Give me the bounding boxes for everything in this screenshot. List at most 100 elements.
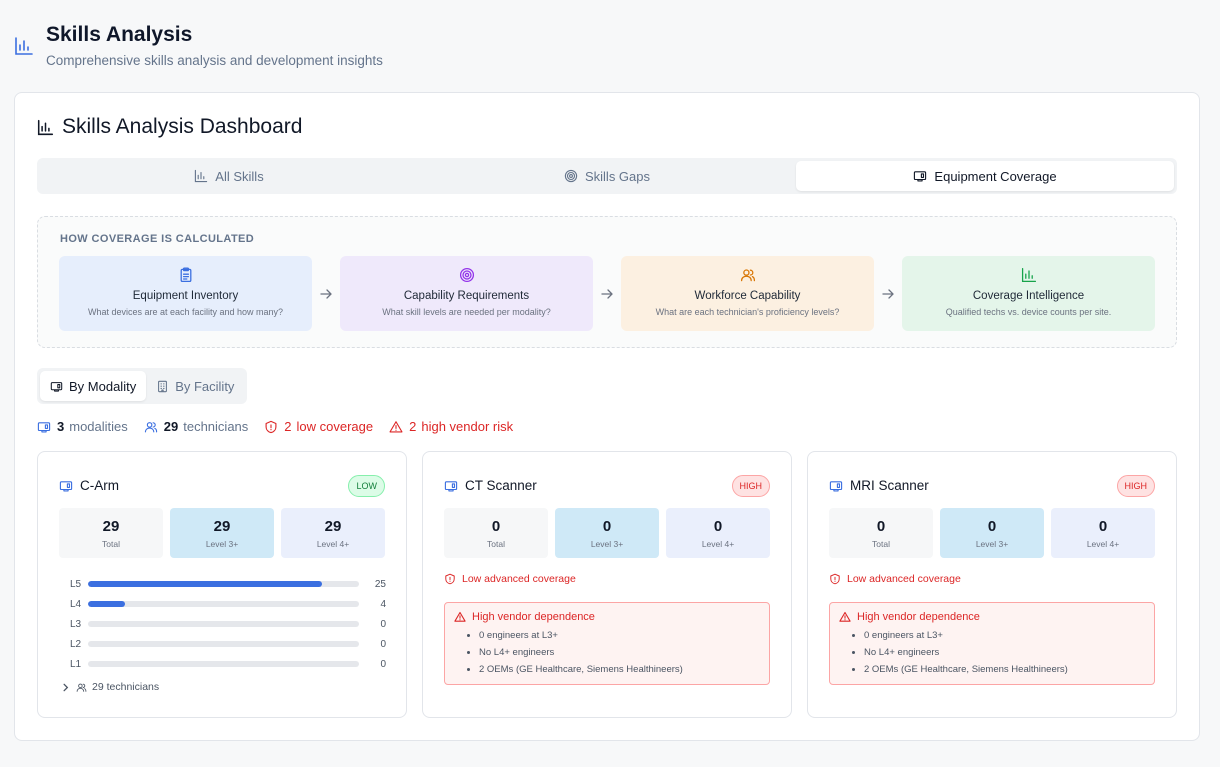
stat-value: 2	[284, 419, 292, 434]
tab-all-skills[interactable]: All Skills	[40, 161, 418, 191]
step-coverage-intelligence: Coverage Intelligence Qualified techs vs…	[902, 256, 1155, 331]
tab-label: Equipment Coverage	[934, 168, 1057, 184]
metric-label: Level 3+	[975, 538, 1009, 549]
level-bar-track	[88, 641, 359, 647]
users-icon	[740, 269, 755, 282]
metric-label: Level 3+	[590, 538, 624, 549]
low-coverage-warning: Low advanced coverage	[829, 573, 961, 585]
page-header: Skills Analysis Comprehensive skills ana…	[14, 22, 383, 68]
modality-name: MRI Scanner	[850, 478, 929, 493]
target-icon	[459, 267, 474, 283]
metric-level3: 0 Level 3+	[555, 508, 659, 558]
technicians-expander[interactable]: 29 technicians	[60, 681, 159, 693]
equipment-icon	[914, 171, 927, 182]
step-title: Capability Requirements	[403, 290, 530, 302]
metric-level3: 29 Level 3+	[170, 508, 274, 558]
metric-label: Level 4+	[701, 538, 735, 549]
metric-level4: 0 Level 4+	[1051, 508, 1155, 558]
dashboard-card: Skills Analysis Dashboard All Skills Ski…	[14, 92, 1200, 741]
stat-value: 3	[57, 419, 65, 434]
modality-card-header: C-Arm	[59, 478, 119, 493]
level-bar-track	[88, 581, 359, 587]
by-modality-button[interactable]: By Modality	[40, 371, 147, 401]
level-name: L2	[70, 638, 82, 650]
vendor-alert-list: 0 engineers at L3+ No L4+ engineers 2 OE…	[454, 627, 760, 678]
level-row: L2 0	[70, 634, 386, 654]
level-count: 4	[380, 598, 386, 610]
level-row: L4 4	[70, 594, 386, 614]
step-workforce-capability: Workforce Capability What are each techn…	[621, 256, 874, 331]
stat-vendor-risk: 2 high vendor risk	[389, 419, 513, 434]
stat-technicians: 29 technicians	[144, 419, 249, 434]
list-item: No L4+ engineers	[479, 644, 760, 661]
vendor-alert-title-text: High vendor dependence	[472, 611, 595, 623]
arrow-right-icon	[312, 288, 340, 300]
tab-skills-gaps[interactable]: Skills Gaps	[418, 161, 796, 191]
explainer-title: HOW COVERAGE IS CALCULATED	[60, 233, 255, 245]
step-desc: Qualified techs vs. device counts per si…	[945, 307, 1112, 317]
level-distribution: L5 25 L4 4 L3 0 L2 0 L1 0	[70, 574, 386, 674]
clipboard-icon	[180, 267, 191, 283]
summary-stats: 3 modalities 29 technicians 2 low covera…	[37, 419, 529, 434]
equipment-icon	[444, 480, 458, 491]
step-desc: What devices are at each facility and ho…	[87, 307, 284, 317]
metric-level4: 0 Level 4+	[666, 508, 770, 558]
metric-value: 29	[324, 517, 342, 535]
metric-label: Total	[102, 538, 120, 549]
list-item: 0 engineers at L3+	[864, 627, 1145, 644]
modality-name: CT Scanner	[465, 478, 537, 493]
warning-text: Low advanced coverage	[847, 573, 961, 585]
metric-value: 0	[602, 517, 612, 535]
coverage-badge: LOW	[348, 475, 385, 497]
modality-card-mri-scanner: MRI Scanner HIGH 0 Total 0 Level 3+ 0 Level…	[807, 451, 1177, 718]
metric-total: 0 Total	[829, 508, 933, 558]
shield-alert-icon	[445, 573, 455, 585]
modality-metrics: 29 Total 29 Level 3+ 29 Level 4+	[59, 508, 385, 558]
tab-equipment-coverage[interactable]: Equipment Coverage	[796, 161, 1174, 191]
step-desc: What skill levels are needed per modalit…	[382, 307, 551, 317]
metric-label: Level 3+	[205, 538, 239, 549]
coverage-badge: HIGH	[1116, 475, 1155, 497]
equipment-icon	[37, 421, 51, 432]
step-title: Equipment Inventory	[132, 290, 239, 302]
metric-value: 0	[1098, 517, 1108, 535]
metric-level3: 0 Level 3+	[940, 508, 1044, 558]
vendor-alert-list: 0 engineers at L3+ No L4+ engineers 2 OE…	[839, 627, 1145, 678]
tab-bar: All Skills Skills Gaps Equipment Coverag…	[37, 158, 1177, 194]
step-desc: What are each technician's proficiency l…	[655, 307, 840, 317]
level-row: L1 0	[70, 654, 386, 674]
modality-metrics: 0 Total 0 Level 3+ 0 Level 4+	[829, 508, 1155, 558]
stat-modalities: 3 modalities	[37, 419, 128, 434]
stat-label: high vendor risk	[421, 419, 514, 434]
level-bar-fill	[88, 601, 126, 607]
step-equipment-inventory: Equipment Inventory What devices are at …	[59, 256, 312, 331]
technicians-label: 29 technicians	[92, 681, 160, 693]
by-facility-button[interactable]: By Facility	[146, 371, 244, 401]
users-icon	[144, 421, 157, 432]
level-bar-track	[88, 661, 359, 667]
view-toggle: By Modality By Facility	[37, 368, 248, 404]
vendor-dependence-alert: High vendor dependence 0 engineers at L3…	[829, 602, 1155, 685]
warning-icon	[389, 420, 403, 432]
coverage-badge: HIGH	[731, 475, 770, 497]
metric-label: Level 4+	[316, 538, 350, 549]
level-name: L5	[70, 578, 82, 590]
list-item: 2 OEMs (GE Healthcare, Siemens Healthine…	[864, 661, 1145, 678]
equipment-icon	[59, 480, 73, 491]
bar-chart-icon	[15, 37, 33, 55]
page-subtitle: Comprehensive skills analysis and develo…	[46, 53, 383, 68]
tab-label: Skills Gaps	[584, 168, 651, 184]
by-facility-label: By Facility	[175, 378, 235, 394]
chevron-right-icon	[63, 683, 69, 691]
metric-value: 0	[491, 517, 501, 535]
stat-low-coverage: 2 low coverage	[264, 419, 373, 434]
level-row: L5 25	[70, 574, 386, 594]
metric-label: Total	[872, 538, 890, 549]
modality-metrics: 0 Total 0 Level 3+ 0 Level 4+	[444, 508, 770, 558]
bar-chart-icon	[37, 119, 54, 135]
step-title: Coverage Intelligence	[972, 290, 1085, 302]
list-item: 0 engineers at L3+	[479, 627, 760, 644]
dashboard-title-text: Skills Analysis Dashboard	[62, 115, 303, 138]
stat-label: technicians	[183, 419, 249, 434]
users-icon	[76, 683, 87, 692]
